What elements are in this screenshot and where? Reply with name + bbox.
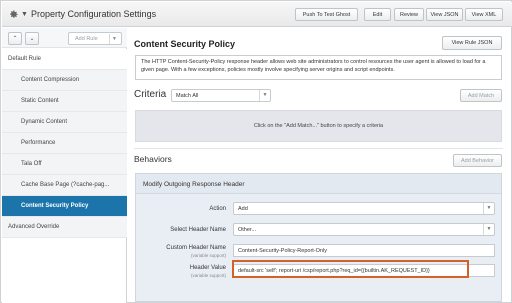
double-chevron-up-icon: ⌃ (12, 36, 18, 42)
collapse-chevron-icon[interactable]: ▼ (21, 11, 28, 18)
custom-header-name-label: Custom Header Name (166, 245, 226, 251)
expand-all-button[interactable]: ⌄ (25, 32, 39, 45)
sidebar-item-label: Advanced Override (8, 224, 60, 230)
header-name-value: Other... (238, 227, 257, 233)
action-select[interactable]: Add ▼ (233, 202, 495, 215)
sidebar-item-label: Content Compression (21, 77, 80, 83)
top-bar: ▼ Property Configuration Settings Push T… (2, 2, 512, 27)
sidebar-item-tala-off[interactable]: Tala Off (2, 154, 127, 175)
header-value-label: Header Value (189, 265, 226, 271)
match-type-value: Match All (176, 93, 199, 99)
sidebar-item-content-security-policy[interactable]: Content Security Policy (2, 196, 127, 217)
view-xml-button[interactable]: View XML (465, 8, 503, 21)
sidebar-item-label: Static Content (21, 98, 59, 104)
action-value: Add (238, 206, 248, 212)
chevron-down-icon: ▼ (483, 224, 494, 235)
sidebar-item-cache-base-page[interactable]: Cache Base Page (?cache-pag... (2, 175, 127, 196)
gear-icon (10, 10, 18, 18)
edit-button[interactable]: Edit (364, 8, 391, 21)
sidebar-item-performance[interactable]: Performance (2, 133, 127, 154)
custom-header-name-value: Content-Security-Policy-Report-Only (238, 248, 327, 254)
push-to-test-ghost-button[interactable]: Push To Test Ghost (295, 8, 358, 21)
divider (134, 148, 503, 149)
review-button[interactable]: Review (394, 8, 424, 21)
behavior-card-header: Modify Outgoing Response Header (136, 174, 501, 194)
sidebar-item-label: Dynamic Content (21, 119, 68, 125)
criteria-heading: Criteria (134, 89, 167, 100)
add-rule-label: Add Rule (75, 36, 98, 42)
behavior-card-title: Modify Outgoing Response Header (143, 181, 245, 188)
view-rule-json-button[interactable]: View Rule JSON (442, 36, 502, 50)
add-rule-dropdown[interactable]: Add Rule ▼ (68, 32, 122, 45)
collapse-all-button[interactable]: ⌃ (8, 32, 22, 45)
chevron-down-icon: ▼ (259, 90, 270, 101)
page-title: Property Configuration Settings (31, 9, 157, 19)
sidebar-item-label: Content Security Policy (21, 203, 89, 209)
add-match-button[interactable]: Add Match (460, 89, 502, 102)
sidebar-item-content-compression[interactable]: Content Compression (2, 70, 127, 91)
rule-title: Content Security Policy (134, 39, 236, 49)
add-behavior-button[interactable]: Add Behavior (453, 154, 502, 167)
sidebar-item-label: Default Rule (8, 56, 42, 62)
rule-sidebar: ⌃ ⌄ Add Rule ▼ Default Rule Content Comp… (2, 28, 127, 303)
property-config-window: ▼ Property Configuration Settings Push T… (0, 0, 512, 303)
sidebar-item-default-rule[interactable]: Default Rule (2, 49, 127, 70)
sidebar-item-static-content[interactable]: Static Content (2, 91, 127, 112)
sidebar-item-label: Cache Base Page (?cache-pag... (21, 182, 110, 188)
criteria-empty-area: Click on the "Add Match..." button to sp… (135, 110, 502, 142)
header-name-select[interactable]: Other... ▼ (233, 223, 495, 236)
sidebar-item-label: Tala Off (21, 161, 42, 167)
behavior-card: Modify Outgoing Response Header Action A… (135, 173, 502, 302)
action-label: Action (209, 206, 226, 212)
view-json-button[interactable]: View JSON (426, 8, 463, 21)
header-value-variable-support: (variable support) (190, 273, 226, 278)
sidebar-item-label: Performance (21, 140, 56, 146)
custom-header-name-input[interactable]: Content-Security-Policy-Report-Only (233, 244, 495, 257)
select-header-name-label: Select Header Name (170, 227, 226, 233)
rule-description[interactable]: The HTTP Content-Security-Policy respons… (135, 55, 502, 80)
match-type-select[interactable]: Match All ▼ (171, 89, 271, 102)
chevron-down-icon: ▼ (483, 203, 494, 214)
sidebar-item-dynamic-content[interactable]: Dynamic Content (2, 112, 127, 133)
header-value-highlight (232, 260, 469, 278)
chevron-down-icon: ▼ (109, 34, 119, 44)
behaviors-heading: Behaviors (134, 154, 172, 164)
criteria-empty-text: Click on the "Add Match..." button to sp… (253, 123, 384, 129)
sidebar-toolbar: ⌃ ⌄ Add Rule ▼ (2, 28, 127, 48)
double-chevron-down-icon: ⌄ (29, 36, 35, 42)
custom-header-variable-support: (variable support) (190, 253, 226, 258)
sidebar-item-advanced-override[interactable]: Advanced Override (2, 217, 127, 238)
